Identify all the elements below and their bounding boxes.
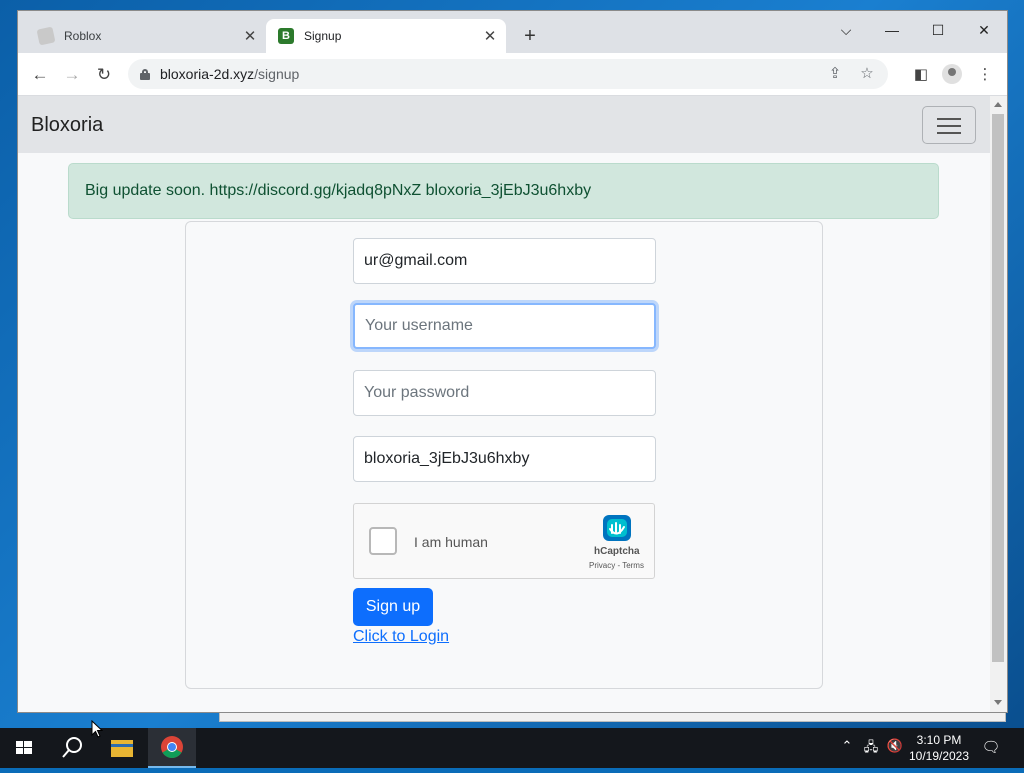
captcha-label: I am human [414, 534, 488, 550]
tab-search-chevron-icon[interactable]: ⌵ [823, 15, 869, 45]
tab-title: Signup [304, 29, 342, 43]
hcaptcha-logo-icon [603, 515, 631, 541]
hcaptcha-widget: I am human hCaptcha Privacy - Terms [353, 503, 655, 579]
forward-arrow-icon[interactable]: → [59, 62, 85, 88]
close-window-button[interactable]: ✕ [961, 15, 1007, 45]
site-favicon-icon: B [278, 28, 294, 44]
announcement-alert: Big update soon. https://discord.gg/kjad… [68, 163, 939, 219]
referral-code-field[interactable] [353, 436, 656, 482]
clock-time: 3:10 PM [916, 733, 962, 747]
login-link[interactable]: Click to Login [353, 628, 449, 646]
roblox-favicon-icon [36, 26, 56, 46]
profile-avatar-icon[interactable] [942, 64, 962, 84]
lock-icon [140, 69, 150, 80]
new-tab-button[interactable]: + [518, 25, 542, 49]
scroll-down-arrow-icon[interactable] [994, 700, 1002, 705]
kebab-menu-icon[interactable]: ⋮ [972, 62, 998, 88]
page-viewport: Bloxoria Big update soon. https://discor… [18, 96, 990, 712]
windows-logo-icon [16, 741, 32, 754]
network-icon[interactable]: 🖧 [860, 738, 882, 760]
tab-close-icon[interactable]: ✕ [240, 27, 260, 45]
tab-signup[interactable]: B Signup ✕ [266, 19, 506, 53]
folder-icon [111, 740, 133, 757]
notification-icon[interactable]: 🗨 [980, 738, 1002, 756]
volume-muted-icon[interactable]: 🔇 [884, 738, 906, 754]
search-button[interactable] [48, 728, 96, 768]
scroll-up-arrow-icon[interactable] [994, 102, 1002, 107]
captcha-brand: hCaptcha [594, 546, 640, 557]
share-icon[interactable]: ⇪ [822, 59, 848, 89]
navbar-toggle-button[interactable] [922, 106, 976, 144]
username-field[interactable] [353, 303, 656, 349]
back-arrow-icon[interactable]: ← [27, 62, 53, 88]
url-path: /signup [254, 66, 300, 82]
site-navbar: Bloxoria [18, 96, 990, 153]
password-field[interactable] [353, 370, 656, 416]
file-explorer-button[interactable] [98, 728, 146, 768]
tab-roblox[interactable]: Roblox ✕ [26, 19, 266, 53]
signup-button[interactable]: Sign up [353, 588, 433, 626]
page-scrollbar[interactable] [990, 96, 1007, 712]
tab-close-icon[interactable]: ✕ [480, 27, 500, 45]
signup-card: I am human hCaptcha Privacy - Terms Sign… [185, 221, 823, 689]
start-button[interactable] [0, 728, 48, 768]
scroll-thumb[interactable] [992, 114, 1004, 662]
search-icon [62, 737, 82, 758]
email-field[interactable] [353, 238, 656, 284]
show-hidden-icons-chevron-icon[interactable]: ⌃ [836, 738, 858, 754]
reload-icon[interactable]: ↻ [91, 62, 117, 88]
minimize-button[interactable]: — [869, 15, 915, 45]
url-host: bloxoria-2d.xyz [160, 66, 255, 82]
browser-window: Roblox ✕ B Signup ✕ + ⌵ — ☐ ✕ ← → ↻ blox… [17, 10, 1008, 713]
site-brand[interactable]: Bloxoria [31, 114, 103, 137]
captcha-privacy-terms[interactable]: Privacy - Terms [589, 561, 644, 570]
side-panel-icon[interactable]: ◧ [908, 62, 934, 88]
chrome-icon [161, 736, 183, 758]
tab-strip: Roblox ✕ B Signup ✕ + ⌵ — ☐ ✕ [18, 11, 1007, 53]
maximize-button[interactable]: ☐ [915, 15, 961, 45]
browser-toolbar: ← → ↻ bloxoria-2d.xyz/signup ⇪ ☆ ◧ ⋮ [18, 53, 1007, 96]
address-bar[interactable]: bloxoria-2d.xyz/signup ⇪ ☆ [128, 59, 888, 89]
bookmark-star-icon[interactable]: ☆ [854, 59, 880, 89]
captcha-checkbox[interactable] [369, 527, 397, 555]
windows-taskbar: ⌃ 🖧 🔇 3:10 PM 10/19/2023 🗨 [0, 728, 1024, 768]
chrome-taskbar-button[interactable] [148, 728, 196, 768]
tab-title: Roblox [64, 29, 102, 43]
system-clock[interactable]: 3:10 PM 10/19/2023 [906, 732, 972, 764]
clock-date: 10/19/2023 [908, 749, 970, 763]
mouse-cursor-icon [91, 720, 103, 738]
